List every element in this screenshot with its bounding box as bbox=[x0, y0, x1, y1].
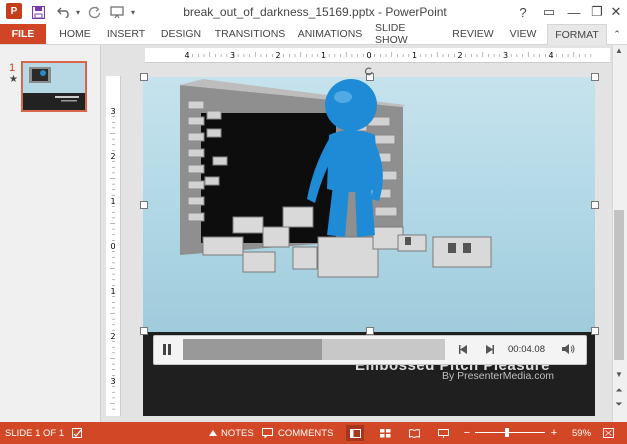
ruler-number: 2 bbox=[110, 332, 115, 341]
help-button[interactable]: ? bbox=[510, 2, 536, 22]
ruler-number: 1 bbox=[110, 287, 115, 296]
animation-marker-icon: ★ bbox=[9, 74, 18, 85]
tab-view[interactable]: VIEW bbox=[505, 24, 541, 44]
tab-file[interactable]: FILE bbox=[0, 24, 46, 44]
slide-show-icon[interactable] bbox=[436, 425, 450, 441]
zoom-slider-knob[interactable] bbox=[505, 428, 509, 437]
tab-review[interactable]: REVIEW bbox=[448, 24, 498, 44]
volume-icon[interactable] bbox=[560, 340, 578, 358]
previous-slide-icon[interactable]: ⏶ bbox=[613, 384, 625, 396]
tab-design[interactable]: DESIGN bbox=[156, 24, 206, 44]
resize-handle-top-right[interactable] bbox=[591, 73, 599, 81]
close-button[interactable]: ✕ bbox=[603, 2, 627, 22]
save-icon[interactable] bbox=[30, 4, 46, 20]
scroll-up-icon[interactable]: ▲ bbox=[613, 46, 625, 56]
vertical-ruler: 3 2 1 0 1 2 3 bbox=[106, 76, 121, 416]
resize-handle-bottom-right[interactable] bbox=[591, 327, 599, 335]
resize-handle-middle-left[interactable] bbox=[140, 201, 148, 209]
slide-count-status: SLIDE 1 OF 1 bbox=[5, 427, 65, 439]
tab-insert[interactable]: INSERT bbox=[102, 24, 150, 44]
notes-icon[interactable] bbox=[208, 425, 220, 441]
undo-icon[interactable] bbox=[55, 4, 73, 20]
redo-icon[interactable] bbox=[86, 4, 102, 20]
ribbon-display-options-button[interactable]: ▭ bbox=[536, 2, 562, 22]
slide-sorter-icon[interactable] bbox=[378, 425, 392, 441]
skip-back-icon[interactable] bbox=[455, 340, 471, 358]
slide-subtitle-text[interactable]: By PresenterMedia.com bbox=[442, 370, 554, 382]
pause-icon[interactable] bbox=[157, 339, 177, 359]
zoom-level[interactable]: 59% bbox=[572, 425, 591, 441]
reading-view-icon[interactable] bbox=[407, 425, 421, 441]
horizontal-ruler: 4 3 2 1 0 1 2 3 4 bbox=[145, 48, 610, 63]
media-progress-fill bbox=[183, 339, 322, 360]
tab-animations[interactable]: ANIMATIONS bbox=[294, 24, 366, 44]
tab-format[interactable]: FORMAT bbox=[547, 24, 607, 45]
tab-transitions[interactable]: TRANSITIONS bbox=[212, 24, 288, 44]
resize-handle-top-left[interactable] bbox=[140, 73, 148, 81]
comments-button[interactable]: COMMENTS bbox=[278, 425, 333, 441]
ruler-number: 0 bbox=[366, 51, 371, 60]
thumbnail-number: 1 bbox=[9, 62, 16, 74]
ruler-number: 3 bbox=[230, 51, 235, 60]
spelling-check-icon[interactable] bbox=[72, 425, 86, 441]
ruler-number: 1 bbox=[110, 197, 115, 206]
comments-icon[interactable] bbox=[262, 425, 276, 441]
resize-handle-bottom-left[interactable] bbox=[140, 327, 148, 335]
ruler-number: 4 bbox=[548, 51, 553, 60]
tab-slide-show[interactable]: SLIDE SHOW bbox=[375, 22, 439, 46]
ruler-number: 1 bbox=[412, 51, 417, 60]
ribbon-tab-bar: FILE HOME INSERT DESIGN TRANSITIONS ANIM… bbox=[0, 22, 627, 46]
zoom-in-button[interactable]: + bbox=[549, 425, 559, 441]
zoom-out-button[interactable]: − bbox=[462, 425, 472, 441]
ruler-number: 1 bbox=[321, 51, 326, 60]
ruler-number: 3 bbox=[503, 51, 508, 60]
ruler-number: 2 bbox=[110, 152, 115, 161]
collapse-ribbon-icon[interactable]: ⌃ bbox=[610, 24, 624, 44]
rotate-handle-icon[interactable] bbox=[364, 63, 373, 76]
ruler-number: 3 bbox=[110, 107, 115, 116]
resize-handle-bottom-center[interactable] bbox=[366, 327, 374, 335]
video-frame[interactable] bbox=[143, 77, 595, 332]
skip-forward-icon[interactable] bbox=[481, 340, 497, 358]
ruler-number: 2 bbox=[457, 51, 462, 60]
ruler-number: 4 bbox=[184, 51, 189, 60]
slide-thumbnail[interactable] bbox=[21, 61, 87, 112]
resize-handle-middle-right[interactable] bbox=[591, 201, 599, 209]
start-from-beginning-icon[interactable] bbox=[108, 4, 126, 20]
tab-home[interactable]: HOME bbox=[52, 24, 98, 44]
media-time-readout: 00:04.08 bbox=[508, 343, 545, 355]
notes-button[interactable]: NOTES bbox=[221, 425, 254, 441]
window-title: break_out_of_darkness_15169.pptx - Power… bbox=[183, 5, 447, 19]
next-slide-icon[interactable]: ⏷ bbox=[613, 398, 625, 410]
ruler-number: 3 bbox=[110, 377, 115, 386]
scrollbar-thumb[interactable] bbox=[614, 210, 624, 360]
zoom-slider-track[interactable] bbox=[475, 432, 545, 433]
ruler-number: 2 bbox=[275, 51, 280, 60]
fit-slide-icon[interactable] bbox=[601, 425, 615, 441]
normal-view-icon[interactable] bbox=[346, 425, 364, 441]
customize-qat-icon[interactable]: ▾ bbox=[128, 4, 138, 20]
undo-dropdown-icon[interactable]: ▾ bbox=[73, 4, 83, 20]
ruler-number: 0 bbox=[110, 242, 115, 251]
powerpoint-logo-icon: P bbox=[6, 3, 22, 19]
scroll-down-icon[interactable]: ▼ bbox=[613, 370, 625, 380]
